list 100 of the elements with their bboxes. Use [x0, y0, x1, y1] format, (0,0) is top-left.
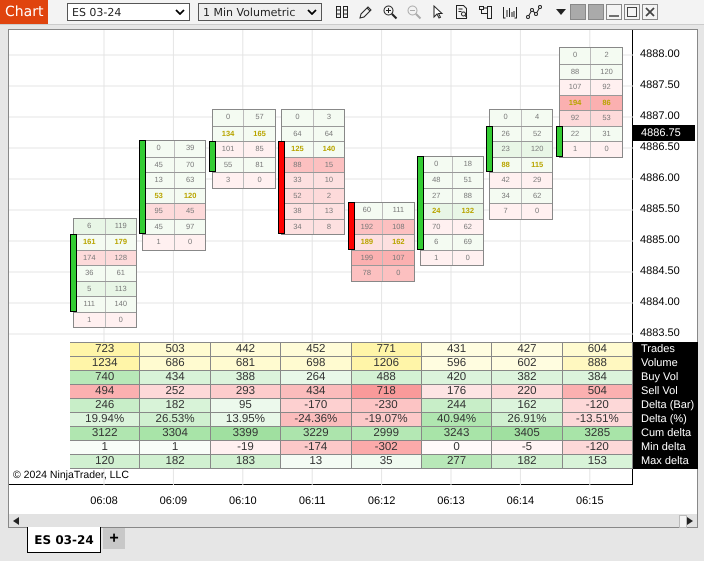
table-cell: 488 — [352, 371, 422, 385]
table-cell: 35 — [352, 455, 422, 469]
current-price-label: 4886.75 — [633, 124, 695, 140]
scroll-thumb[interactable] — [679, 515, 687, 528]
table-cell: 504 — [562, 385, 633, 399]
line-chart-icon[interactable] — [526, 4, 542, 20]
columns-icon[interactable] — [334, 4, 350, 20]
add-tab-button[interactable]: + — [103, 528, 125, 549]
table-cell: 388 — [210, 371, 282, 385]
table-cell: 771 — [352, 343, 422, 357]
row-label: Delta (%) — [640, 412, 688, 426]
table-cell: 3243 — [422, 427, 492, 441]
table-cell: -19.07% — [352, 413, 422, 427]
row-label: Volume — [640, 356, 679, 370]
table-cell: 3229 — [281, 427, 352, 441]
minimize-icon[interactable] — [606, 4, 622, 20]
table-cell: -13.51% — [562, 413, 633, 427]
copyright-text: © 2024 NinjaTrader, LLC — [13, 469, 129, 481]
close-icon[interactable] — [642, 4, 658, 20]
table-cell: -174 — [281, 441, 352, 455]
document-search-icon[interactable] — [454, 4, 470, 20]
table-cell: 602 — [492, 357, 563, 371]
table-cell: 718 — [352, 385, 422, 399]
interval-dropdown[interactable]: 1 Min Volumetric — [198, 3, 322, 21]
table-cell: 740 — [70, 371, 140, 385]
row-label: Sell Vol — [640, 384, 679, 398]
table-cell: 723 — [70, 343, 140, 357]
table-cell: 2999 — [352, 427, 422, 441]
table-cell: 252 — [140, 385, 211, 399]
table-cell: 0 — [422, 441, 492, 455]
price-label: 4884.50 — [640, 265, 680, 277]
table-cell: 431 — [422, 343, 492, 357]
table-cell: -24.36% — [281, 413, 352, 427]
maximize-icon[interactable] — [624, 4, 640, 20]
row-label: Cum delta — [640, 426, 692, 440]
table-cell: 1234 — [70, 357, 140, 371]
table-cell: 246 — [70, 399, 140, 413]
properties-icon[interactable] — [478, 4, 494, 20]
time-label: 06:12 — [366, 495, 396, 507]
table-cell: 3122 — [70, 427, 140, 441]
time-label: 06:09 — [158, 495, 188, 507]
time-label: 06:15 — [575, 495, 605, 507]
table-cell: 1206 — [352, 357, 422, 371]
price-label: 4886.00 — [640, 172, 680, 184]
bar-chart-icon[interactable] — [502, 4, 518, 20]
table-cell: 182 — [140, 455, 211, 469]
table-cell: 244 — [422, 399, 492, 413]
table-cell: 1 — [140, 441, 211, 455]
table-cell: 434 — [140, 371, 211, 385]
table-cell: 182 — [140, 399, 211, 413]
table-cell: 40.94% — [422, 413, 492, 427]
chart-tab[interactable]: ES 03-24 — [27, 527, 101, 553]
table-cell: 686 — [140, 357, 211, 371]
table-cell: 3399 — [210, 427, 282, 441]
time-label: 06:13 — [436, 495, 466, 507]
table-cell: 182 — [492, 455, 563, 469]
row-label: Min delta — [640, 440, 687, 454]
table-cell: 3304 — [140, 427, 211, 441]
table-cell: 384 — [562, 371, 633, 385]
caret-icon — [175, 9, 185, 15]
table-cell: 427 — [492, 343, 563, 357]
scroll-left-icon[interactable] — [13, 516, 19, 524]
table-cell: 176 — [422, 385, 492, 399]
pencil-icon[interactable] — [358, 4, 374, 20]
horizontal-scrollbar[interactable] — [9, 514, 697, 527]
row-label: Max delta — [640, 454, 690, 468]
row-label: Buy Vol — [640, 370, 680, 384]
price-label: 4885.00 — [640, 234, 680, 246]
price-label: 4885.50 — [640, 203, 680, 215]
dropdown-arrow-icon[interactable] — [556, 9, 566, 15]
table-cell: -120 — [562, 399, 633, 413]
zoom-in-icon[interactable] — [382, 4, 398, 20]
table-cell: 13.95% — [210, 413, 282, 427]
table-cell: 183 — [210, 455, 282, 469]
table-cell: 19.94% — [70, 413, 140, 427]
table-cell: 13 — [281, 455, 352, 469]
instrument-dropdown[interactable]: ES 03-24 — [67, 3, 190, 21]
price-label: 4887.00 — [640, 110, 680, 122]
time-label: 06:10 — [228, 495, 258, 507]
table-cell: -302 — [352, 441, 422, 455]
table-cell: 3285 — [562, 427, 633, 441]
table-cell: 220 — [492, 385, 563, 399]
time-label: 06:08 — [89, 495, 119, 507]
table-cell: 120 — [70, 455, 140, 469]
table-cell: 596 — [422, 357, 492, 371]
price-label: 4888.00 — [640, 48, 680, 60]
window-title: Chart — [0, 0, 48, 24]
table-cell: 452 — [281, 343, 352, 357]
table-cell: -170 — [281, 399, 352, 413]
caret-icon — [307, 9, 317, 15]
table-cell: 604 — [562, 343, 633, 357]
table-cell: 681 — [210, 357, 282, 371]
table-cell: -5 — [492, 441, 563, 455]
table-cell: 162 — [492, 399, 563, 413]
table-cell: 503 — [140, 343, 211, 357]
table-cell: -120 — [562, 441, 633, 455]
table-cell: 264 — [281, 371, 352, 385]
table-cell: 277 — [422, 455, 492, 469]
table-cell: -230 — [352, 399, 422, 413]
row-label: Delta (Bar) — [640, 398, 696, 412]
